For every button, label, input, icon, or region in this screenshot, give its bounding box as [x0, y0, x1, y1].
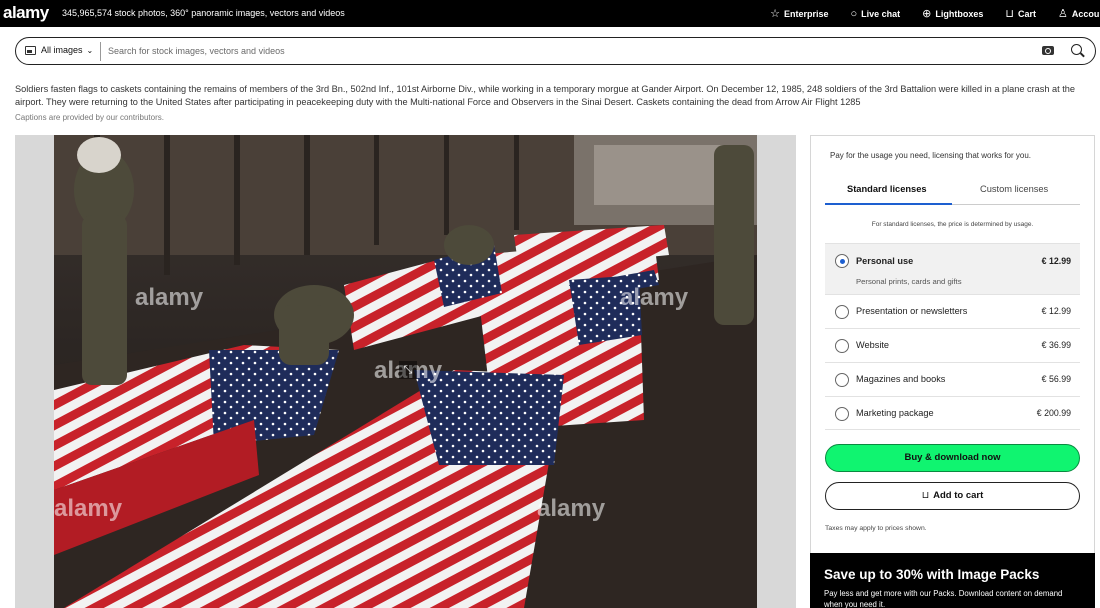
- radio-button[interactable]: [835, 373, 849, 387]
- license-option-personal[interactable]: Personal use Personal prints, cards and …: [825, 243, 1080, 294]
- nav-lightboxes[interactable]: ⊕ Lightboxes: [922, 7, 983, 20]
- alamy-logo[interactable]: alamy: [3, 3, 49, 23]
- top-navigation: ☆ Enterprise ○ Live chat ⊕ Lightboxes ⊔ …: [770, 0, 1100, 27]
- promo-subtitle: Pay less and get more with our Packs. Do…: [824, 589, 1063, 608]
- nav-account-label: Account: [1071, 8, 1100, 19]
- watermark-text: alamy: [537, 495, 606, 522]
- watermark-text: alamy: [620, 284, 689, 311]
- license-option-label: Presentation or newsletters: [856, 306, 968, 316]
- image-caption: Soldiers fasten flags to caskets contain…: [15, 84, 1076, 107]
- user-icon: ♙: [1058, 8, 1068, 20]
- license-note: For standard licenses, the price is dete…: [871, 221, 1034, 228]
- cart-icon: ⊔: [921, 490, 930, 501]
- license-option-website[interactable]: Website € 36.99: [825, 328, 1080, 362]
- search-icon[interactable]: [1071, 44, 1082, 55]
- top-bar: alamy 345,965,574 stock photos, 360° pan…: [0, 0, 1100, 27]
- tab-custom-licenses[interactable]: Custom licenses: [980, 184, 1048, 194]
- radio-button[interactable]: [835, 305, 849, 319]
- buy-download-button[interactable]: Buy & download now: [825, 444, 1080, 472]
- promo-title: Save up to 30% with Image Packs: [824, 567, 1040, 582]
- watermark-text: alamy: [135, 284, 204, 311]
- expand-icon[interactable]: ⤡: [399, 361, 417, 379]
- image-viewer: alamy alamy alamy alamy alamy ⤡: [15, 135, 796, 608]
- license-option-presentation[interactable]: Presentation or newsletters € 12.99: [825, 294, 1080, 328]
- license-option-price: € 56.99: [1041, 374, 1071, 384]
- license-option-price: € 12.99: [1041, 306, 1071, 316]
- cart-icon: ⊔: [1005, 8, 1014, 20]
- license-option-price: € 12.99: [1041, 256, 1071, 266]
- add-to-cart-label: Add to cart: [933, 490, 984, 501]
- search-divider: [100, 42, 101, 61]
- radio-button[interactable]: [835, 407, 849, 421]
- camera-icon[interactable]: [1042, 46, 1054, 55]
- license-panel: Pay for the usage you need, licensing th…: [810, 135, 1095, 555]
- nav-cart-label: Cart: [1017, 8, 1036, 19]
- caption-credit: Captions are provided by our contributor…: [15, 113, 164, 122]
- stock-stats-text: 345,965,574 stock photos, 360° panoramic…: [62, 8, 345, 18]
- image-type-label: All images: [41, 45, 83, 55]
- license-option-price: € 200.99: [1036, 408, 1071, 418]
- nav-cart[interactable]: ⊔ Cart: [1005, 7, 1036, 20]
- nav-live-chat[interactable]: ○ Live chat: [850, 8, 900, 20]
- chevron-down-icon: ⌄: [86, 45, 94, 55]
- search-input[interactable]: [108, 43, 1008, 59]
- radio-button[interactable]: [835, 254, 849, 268]
- license-option-label: Website: [856, 340, 890, 350]
- nav-enterprise-label: Enterprise: [783, 8, 829, 19]
- license-option-marketing[interactable]: Marketing package € 200.99: [825, 396, 1080, 430]
- license-option-sublabel: Personal prints, cards and gifts: [856, 277, 962, 286]
- search-bar: All images ⌄: [15, 37, 1096, 65]
- license-option-magazines[interactable]: Magazines and books € 56.99: [825, 362, 1080, 396]
- star-icon: ☆: [770, 8, 780, 20]
- license-intro: Pay for the usage you need, licensing th…: [830, 151, 1032, 160]
- chat-icon: ○: [850, 7, 858, 20]
- nav-enterprise[interactable]: ☆ Enterprise: [770, 7, 828, 20]
- image-packs-promo[interactable]: Save up to 30% with Image Packs Pay less…: [810, 553, 1095, 608]
- image-icon: [25, 45, 36, 55]
- license-option-label: Magazines and books: [856, 374, 946, 384]
- plus-circle-icon: ⊕: [922, 8, 932, 20]
- nav-lightboxes-label: Lightboxes: [935, 8, 984, 19]
- nav-live-chat-label: Live chat: [861, 8, 901, 19]
- active-tab-indicator: [825, 203, 952, 205]
- license-option-price: € 36.99: [1041, 340, 1071, 350]
- add-to-cart-button[interactable]: ⊔ Add to cart: [825, 482, 1080, 510]
- taxes-note: Taxes may apply to prices shown.: [825, 525, 927, 532]
- radio-button[interactable]: [835, 339, 849, 353]
- tab-standard-licenses[interactable]: Standard licenses: [847, 184, 927, 194]
- license-option-label: Personal use: [856, 256, 914, 266]
- watermark-text: alamy: [54, 495, 123, 522]
- license-option-label: Marketing package: [856, 408, 934, 418]
- nav-account[interactable]: ♙ Account: [1058, 7, 1100, 20]
- image-type-dropdown[interactable]: All images ⌄: [25, 45, 93, 55]
